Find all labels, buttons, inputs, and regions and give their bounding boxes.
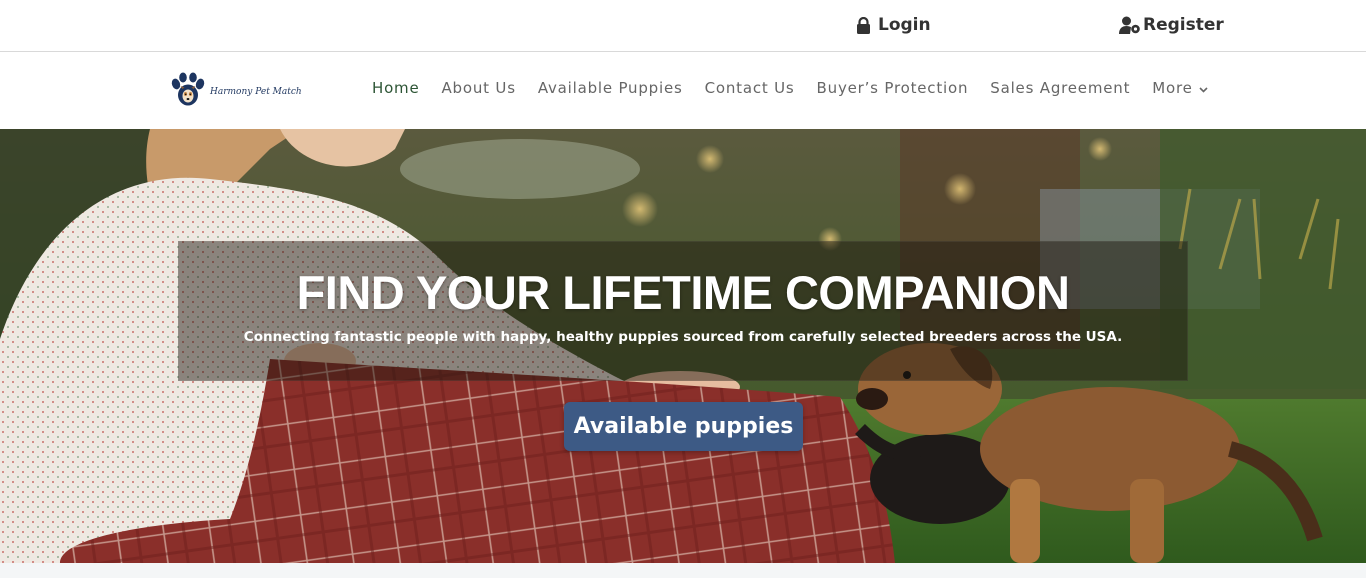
primary-nav: Home About Us Available Puppies Contact … bbox=[372, 79, 1208, 97]
paw-dog-icon bbox=[170, 72, 206, 112]
section-divider bbox=[0, 563, 1366, 578]
nav-item-label: About Us bbox=[441, 79, 516, 97]
lock-icon bbox=[856, 16, 871, 34]
register-label: Register bbox=[1143, 15, 1224, 35]
nav-item-contact-us[interactable]: Contact Us bbox=[705, 79, 795, 97]
nav-item-label: Sales Agreement bbox=[990, 79, 1131, 97]
nav-item-label: Contact Us bbox=[704, 79, 795, 97]
chevron-down-icon bbox=[1199, 79, 1208, 97]
hero-subtitle: Connecting fantastic people with happy, … bbox=[243, 329, 1123, 345]
hero-title: FIND YOUR LIFETIME COMPANION bbox=[296, 266, 1070, 319]
register-link[interactable]: Register bbox=[1119, 12, 1224, 38]
nav-item-label: Available Puppies bbox=[537, 79, 683, 97]
nav-item-label: More bbox=[1152, 79, 1193, 97]
top-utility-bar: Login Register bbox=[0, 0, 1366, 52]
main-navbar: Harmony Pet Match Home About Us Availabl… bbox=[0, 53, 1366, 129]
login-link[interactable]: Login bbox=[856, 12, 931, 38]
login-label: Login bbox=[878, 15, 931, 35]
nav-item-more[interactable]: More bbox=[1152, 79, 1208, 97]
user-settings-icon bbox=[1119, 16, 1142, 34]
nav-item-about-us[interactable]: About Us bbox=[442, 79, 516, 97]
nav-item-label: Home bbox=[372, 79, 420, 97]
site-logo[interactable]: Harmony Pet Match bbox=[170, 72, 302, 112]
nav-item-available-puppies[interactable]: Available Puppies bbox=[538, 79, 683, 97]
nav-item-label: Buyer’s Protection bbox=[816, 79, 969, 97]
nav-item-sales-agreement[interactable]: Sales Agreement bbox=[990, 79, 1130, 97]
logo-text: Harmony Pet Match bbox=[210, 87, 302, 97]
nav-item-buyers-protection[interactable]: Buyer’s Protection bbox=[817, 79, 969, 97]
available-puppies-button[interactable]: Available puppies bbox=[564, 402, 803, 451]
nav-item-home[interactable]: Home bbox=[372, 79, 420, 97]
hero-section: FIND YOUR LIFETIME COMPANION Connecting … bbox=[0, 129, 1366, 563]
